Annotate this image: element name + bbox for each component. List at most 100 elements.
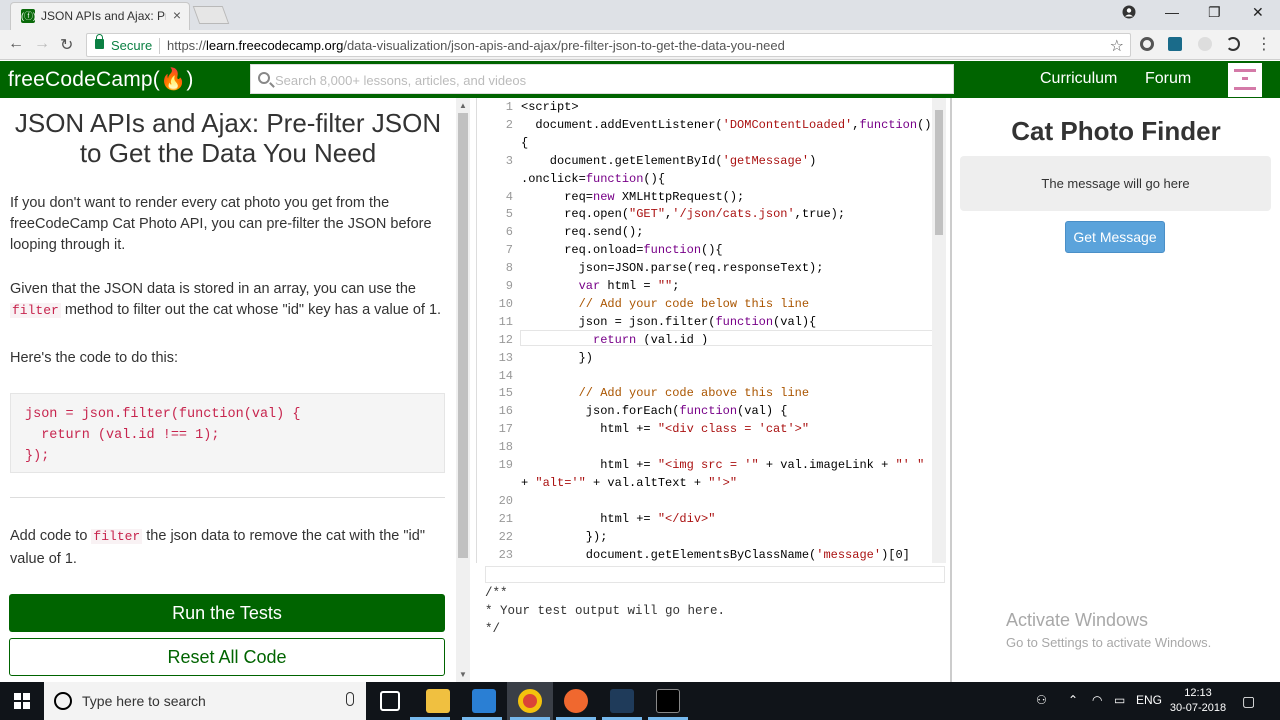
code-line[interactable]: 15 // Add your code above this line — [477, 384, 946, 402]
minimize-button[interactable]: — — [1165, 4, 1179, 20]
line-number: 6 — [505, 225, 513, 240]
close-window-button[interactable]: ✕ — [1252, 4, 1264, 21]
line-number: 5 — [505, 207, 513, 222]
run-tests-button[interactable]: Run the Tests — [9, 594, 445, 632]
notifications-icon[interactable]: ▢ — [1242, 693, 1255, 710]
scroll-up-icon[interactable]: ▲ — [459, 101, 467, 110]
reset-code-button[interactable]: Reset All Code — [9, 638, 445, 676]
code-line[interactable]: 21 html += "</div>" — [477, 510, 946, 528]
code-line[interactable]: 1 <script> — [477, 98, 946, 116]
extension-wifi-icon[interactable] — [1226, 37, 1240, 51]
code-line[interactable]: 23 document.getElementsByClassName('mess… — [477, 546, 946, 564]
code-line[interactable]: 6 req.send(); — [477, 223, 946, 241]
code-line[interactable]: 16 json.forEach(function(val) { — [477, 402, 946, 420]
code-line[interactable]: 5 req.open("GET",'/json/cats.json',true)… — [477, 205, 946, 223]
terminal-app-icon[interactable] — [610, 689, 634, 713]
lesson-panel: JSON APIs and Ajax: Pre-filter JSON to G… — [0, 98, 456, 682]
taskbar-search[interactable]: Type here to search — [44, 682, 366, 720]
line-number: 20 — [498, 493, 513, 508]
browser-tab[interactable]: (ⓕ) JSON APIs and Ajax: Pre- × — [10, 2, 190, 30]
extension-record-icon[interactable] — [1140, 37, 1154, 51]
code-line[interactable]: 22 }); — [477, 528, 946, 546]
extension-grey-icon[interactable] — [1198, 37, 1212, 51]
task-view-icon[interactable] — [380, 691, 400, 711]
chrome-icon[interactable] — [518, 689, 542, 713]
file-explorer-icon[interactable] — [426, 689, 450, 713]
get-message-button[interactable]: Get Message — [1065, 221, 1165, 253]
url-text[interactable]: https://learn.freecodecamp.org/data-visu… — [167, 38, 785, 53]
code-line[interactable]: 11 json = json.filter(function(val){ — [477, 313, 946, 331]
maximize-button[interactable]: ❐ — [1208, 4, 1221, 21]
code-line[interactable]: + "alt='" + val.altText + "'>" — [477, 474, 946, 492]
windows-taskbar: Type here to search ⚇ ⌃ ◠ ▭ ENG 12:13 30… — [0, 682, 1280, 720]
brackets-app-icon[interactable] — [564, 689, 588, 713]
line-number: 22 — [498, 529, 513, 544]
code-text: + "alt='" + val.altText + "'>" — [521, 475, 738, 490]
address-bar: ← → ↻ Secure https://learn.freecodecamp.… — [0, 30, 1280, 60]
site-search-input[interactable] — [275, 70, 935, 90]
lesson-paragraph-3: Here's the code to do this: — [10, 350, 179, 366]
windows-start-icon[interactable] — [14, 693, 30, 709]
code-line[interactable]: 10 // Add your code below this line — [477, 295, 946, 313]
nav-forum-link[interactable]: Forum — [1145, 70, 1191, 88]
code-line[interactable]: 19 html += "<img src = '" + val.imageLin… — [477, 456, 946, 474]
profile-icon[interactable] — [1122, 5, 1136, 22]
code-text: req=new XMLHttpRequest(); — [521, 189, 745, 204]
code-line[interactable]: 4 req=new XMLHttpRequest(); — [477, 188, 946, 206]
url-scheme: https:// — [167, 38, 207, 53]
code-text: html += "<img src = '" + val.imageLink +… — [521, 458, 925, 472]
code-line[interactable]: 14 — [477, 367, 946, 385]
code-line[interactable]: 18 — [477, 438, 946, 456]
code-line[interactable]: 2 document.addEventListener('DOMContentL… — [477, 116, 946, 134]
battery-icon[interactable]: ▭ — [1114, 693, 1125, 707]
tray-chevron-icon[interactable]: ⌃ — [1068, 693, 1078, 707]
code-line[interactable]: 3 document.getElementById('getMessage') — [477, 152, 946, 170]
code-line[interactable]: .onclick=function(){ — [477, 170, 946, 188]
browser-menu-icon[interactable]: ⋮ — [1256, 34, 1272, 54]
scroll-down-icon[interactable]: ▼ — [459, 670, 467, 679]
extension-react-icon[interactable] — [1168, 37, 1182, 51]
editor-scrollbar[interactable] — [932, 98, 946, 563]
code-text: req.send(); — [521, 225, 644, 240]
code-line[interactable]: 20 — [477, 492, 946, 510]
code-text: <script> — [521, 100, 579, 114]
back-icon[interactable]: ← — [8, 35, 24, 53]
browser-titlebar: (ⓕ) JSON APIs and Ajax: Pre- × — ❐ ✕ — [0, 0, 1280, 30]
lesson-scrollbar[interactable]: ▲ ▼ — [456, 98, 470, 682]
taskbar-clock[interactable]: 12:13 30-07-2018 — [1166, 686, 1230, 716]
line-number: 12 — [498, 332, 513, 347]
user-avatar[interactable] — [1228, 63, 1262, 97]
lesson-scroll-thumb[interactable] — [458, 113, 468, 558]
line-number: 3 — [505, 153, 513, 168]
code-line[interactable]: 8 json=JSON.parse(req.responseText); — [477, 259, 946, 277]
nav-curriculum-link[interactable]: Curriculum — [1040, 70, 1117, 88]
line-number: 13 — [498, 350, 513, 365]
code-line[interactable]: 9 var html = ""; — [477, 277, 946, 295]
lesson-challenge: Add code to filter the json data to remo… — [10, 525, 446, 571]
line-number: 11 — [498, 314, 513, 329]
code-line[interactable]: 17 html += "<div class = 'cat'>" — [477, 420, 946, 438]
bookmark-star-icon[interactable]: ☆ — [1110, 36, 1124, 56]
people-icon[interactable]: ⚇ — [1036, 693, 1047, 707]
code-text: }) — [521, 350, 594, 365]
microphone-icon[interactable] — [346, 692, 354, 706]
command-prompt-icon[interactable] — [656, 689, 680, 713]
network-icon[interactable]: ◠ — [1092, 693, 1102, 707]
lesson-paragraph-2: Given that the JSON data is stored in an… — [10, 279, 446, 321]
tab-close-icon[interactable]: × — [173, 7, 181, 23]
url-omnibox[interactable]: Secure https://learn.freecodecamp.org/da… — [86, 33, 1131, 57]
line-number: 19 — [498, 458, 513, 472]
language-indicator[interactable]: ENG — [1136, 693, 1162, 707]
code-text: // Add your code above this line — [521, 386, 810, 401]
code-line[interactable]: 13 }) — [477, 349, 946, 367]
vscode-icon[interactable] — [472, 689, 496, 713]
editor-scroll-thumb[interactable] — [935, 110, 943, 235]
code-text: }); — [521, 529, 608, 544]
code-line[interactable]: { — [477, 134, 946, 152]
reload-icon[interactable]: ↻ — [60, 35, 73, 55]
new-tab-button[interactable] — [192, 6, 230, 24]
url-host: learn.freecodecamp.org — [206, 38, 344, 53]
forward-icon[interactable]: → — [34, 35, 50, 53]
code-line[interactable]: 7 req.onload=function(){ — [477, 241, 946, 259]
fcc-logo[interactable]: freeCodeCamp(🔥) — [8, 68, 194, 92]
